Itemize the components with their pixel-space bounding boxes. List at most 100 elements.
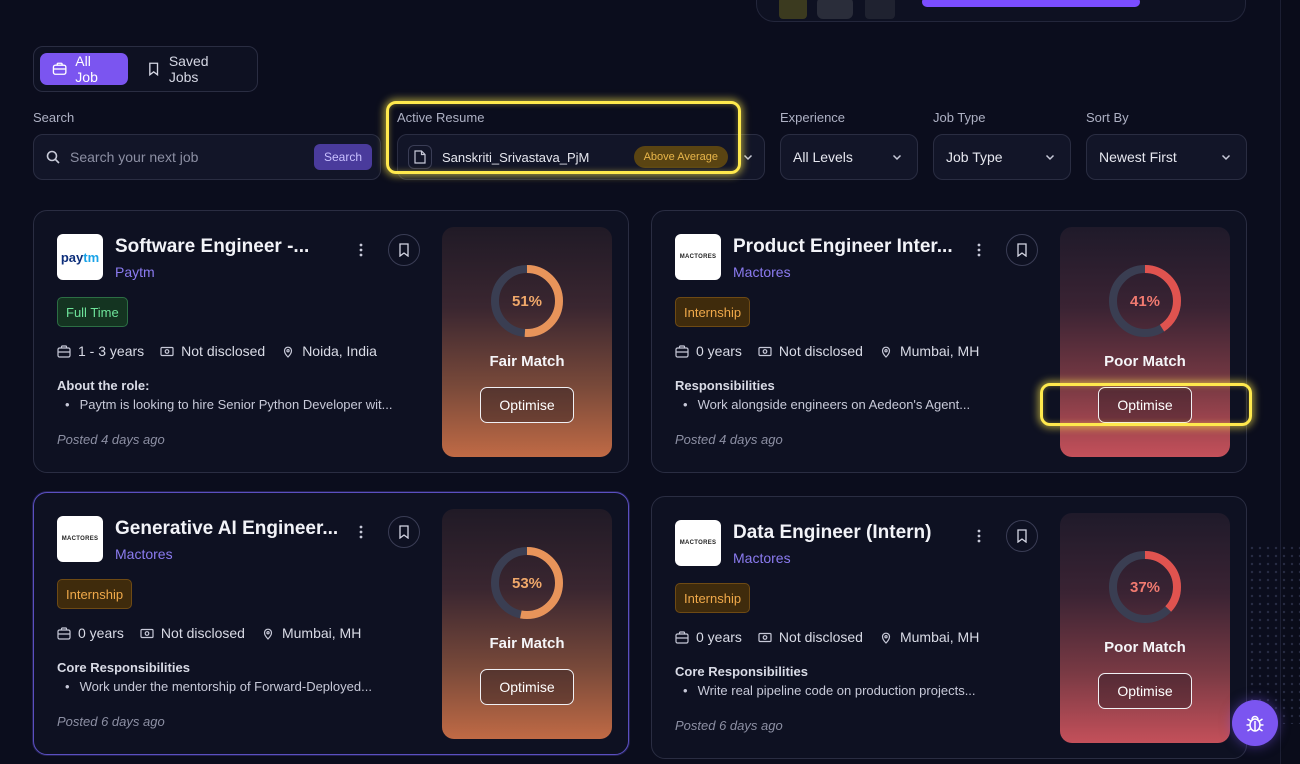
job-card[interactable]: MACTORES Data Engineer (Intern) Mactores… (651, 496, 1247, 759)
location-pin-icon (881, 346, 891, 358)
salary-meta: Not disclosed (160, 343, 265, 359)
match-percent: 37% (1129, 578, 1161, 596)
thumbnail (779, 0, 807, 19)
bookmark-icon (399, 525, 409, 539)
bookmark-icon (399, 243, 409, 257)
salary-text: Not disclosed (778, 629, 863, 645)
experience-meta: 0 years (675, 343, 742, 359)
section-heading: Core Responsibilities (57, 660, 190, 675)
section-heading: Responsibilities (675, 378, 775, 393)
save-job-button[interactable] (1006, 520, 1038, 552)
match-score-panel: 53% Fair Match Optimise (442, 509, 612, 739)
experience-value: All Levels (793, 149, 853, 165)
job-type-tag: Internship (675, 583, 751, 613)
sort-label: Sort By (1086, 110, 1129, 125)
location-text: Mumbai, MH (899, 343, 980, 359)
more-options-icon[interactable] (356, 523, 366, 541)
salary-meta: Not disclosed (140, 625, 245, 641)
location-pin-icon (263, 628, 273, 640)
experience-meta: 1 - 3 years (57, 343, 144, 359)
job-type-value: Job Type (946, 149, 1003, 165)
thumbnail (865, 0, 895, 19)
job-meta: 0 years Not disclosed Mumbai, MH (675, 629, 979, 645)
location-meta: Noida, India (281, 343, 377, 359)
save-job-button[interactable] (1006, 234, 1038, 266)
company-name[interactable]: Mactores (115, 546, 173, 562)
job-title[interactable]: Data Engineer (Intern) (733, 522, 931, 544)
description-bullet: Paytm is looking to hire Senior Python D… (65, 397, 393, 412)
money-icon (140, 628, 154, 638)
optimise-button[interactable]: Optimise (480, 387, 574, 423)
company-name[interactable]: Mactores (733, 550, 791, 566)
search-button[interactable]: Search (313, 144, 372, 170)
more-options-icon[interactable] (356, 241, 366, 259)
logo-text: MACTORES (679, 254, 717, 260)
match-ring: 53% (489, 545, 565, 621)
posted-date: Posted 4 days ago (675, 432, 783, 447)
briefcase-icon (57, 344, 71, 358)
banner-button[interactable] (922, 0, 1140, 7)
job-title[interactable]: Generative AI Engineer... (115, 518, 338, 540)
match-label: Fair Match (489, 635, 565, 652)
sort-value: Newest First (1099, 149, 1177, 165)
job-card[interactable]: MACTORES Generative AI Engineer... Macto… (33, 492, 629, 755)
bug-report-button[interactable] (1232, 700, 1278, 746)
location-meta: Mumbai, MH (261, 625, 361, 641)
experience-select[interactable]: All Levels (780, 134, 918, 180)
tab-saved-jobs[interactable]: Saved Jobs (134, 53, 252, 85)
logo-text: MACTORES (61, 536, 99, 542)
match-score-panel: 51% Fair Match Optimise (442, 227, 612, 457)
job-card[interactable]: MACTORES Product Engineer Inter... Macto… (651, 210, 1247, 473)
active-resume-select[interactable]: Sanskriti_Srivastava_PjM Above Average (397, 134, 765, 180)
match-ring: 41% (1107, 263, 1183, 339)
job-card[interactable]: pay tm Software Engineer -... Paytm Full … (33, 210, 629, 473)
job-type-label: Job Type (933, 110, 986, 125)
posted-date: Posted 6 days ago (57, 714, 165, 729)
job-tabs: All Job Saved Jobs (33, 46, 258, 92)
company-name[interactable]: Paytm (115, 264, 155, 280)
experience-text: 0 years (78, 625, 124, 641)
salary-meta: Not disclosed (758, 629, 863, 645)
job-meta: 0 years Not disclosed Mumbai, MH (57, 625, 361, 641)
job-title[interactable]: Product Engineer Inter... (733, 236, 953, 258)
match-score-panel: 37% Poor Match Optimise (1060, 513, 1230, 743)
search-box: Search (33, 134, 381, 180)
save-job-button[interactable] (388, 234, 420, 266)
save-job-button[interactable] (388, 516, 420, 548)
posted-date: Posted 6 days ago (675, 718, 783, 733)
money-icon (160, 346, 174, 356)
job-type-select[interactable]: Job Type (933, 134, 1071, 180)
company-name[interactable]: Mactores (733, 264, 791, 280)
tab-all-job[interactable]: All Job (40, 53, 128, 85)
resume-name: Sanskriti_Srivastava_PjM (442, 149, 590, 165)
match-score-panel: 41% Poor Match Optimise (1060, 227, 1230, 457)
location-meta: Mumbai, MH (879, 343, 979, 359)
match-ring: 51% (489, 263, 565, 339)
more-options-icon[interactable] (974, 527, 984, 545)
job-type-tag: Internship (675, 297, 751, 327)
bug-icon (1246, 715, 1264, 732)
briefcase-icon (57, 626, 71, 640)
bookmark-icon (1017, 529, 1027, 543)
location-pin-icon (881, 632, 891, 644)
file-icon (408, 145, 432, 169)
location-pin-icon (284, 346, 293, 358)
briefcase-icon (52, 62, 67, 75)
search-icon (46, 150, 60, 164)
match-label: Poor Match (1104, 353, 1186, 370)
match-percent: 53% (511, 574, 543, 592)
money-icon (758, 632, 772, 642)
location-text: Noida, India (302, 343, 377, 359)
optimise-button[interactable]: Optimise (1098, 673, 1192, 709)
top-banner-peek (756, 0, 1246, 22)
search-label: Search (33, 110, 75, 125)
optimise-button[interactable]: Optimise (1098, 387, 1192, 423)
sort-select[interactable]: Newest First (1086, 134, 1247, 180)
search-input[interactable] (70, 149, 314, 165)
tab-label: Saved Jobs (168, 53, 209, 85)
salary-meta: Not disclosed (758, 343, 863, 359)
more-options-icon[interactable] (974, 241, 984, 259)
description-bullet: Write real pipeline code on production p… (683, 683, 976, 698)
job-title[interactable]: Software Engineer -... (115, 236, 309, 258)
optimise-button[interactable]: Optimise (480, 669, 574, 705)
